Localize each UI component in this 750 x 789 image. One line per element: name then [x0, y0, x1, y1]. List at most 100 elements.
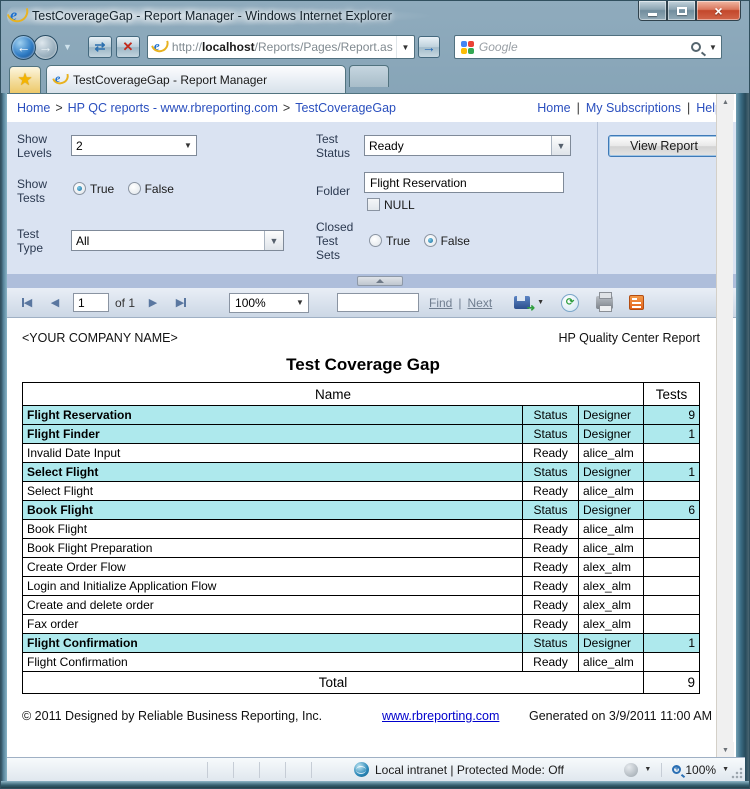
page-icon: e	[154, 39, 168, 54]
row-designer: alice_alm	[577, 538, 645, 558]
favorites-star-icon[interactable]: ★	[9, 66, 41, 93]
chevron-down-icon: ▼	[296, 298, 304, 307]
refresh-icon: ⟳	[561, 293, 580, 312]
search-box[interactable]: Google ▼	[453, 35, 722, 59]
breadcrumb-home[interactable]: Home	[17, 101, 50, 115]
intranet-zone-icon	[354, 762, 369, 777]
forward-button[interactable]: →	[33, 34, 58, 60]
resize-grip[interactable]	[731, 767, 743, 779]
null-checkbox[interactable]	[367, 198, 380, 211]
chevron-down-icon[interactable]: ▼	[264, 231, 283, 250]
breadcrumb-report[interactable]: TestCoverageGap	[295, 101, 396, 115]
search-placeholder[interactable]: Google	[479, 40, 691, 54]
page-content: Home > HP QC reports - www.rbreporting.c…	[7, 93, 736, 759]
row-name: Flight Finder	[22, 424, 523, 444]
test-status-value: Ready	[369, 138, 404, 153]
protected-mode-icon[interactable]	[624, 762, 639, 777]
row-tests: 1	[643, 424, 701, 444]
back-button[interactable]: ←	[11, 34, 36, 60]
copyright-text: © 2011 Designed by Reliable Business Rep…	[22, 709, 323, 723]
report-parameters-panel: Show Levels 2 ▼ Test Status Ready ▼ View…	[7, 122, 736, 274]
address-url[interactable]: http://localhost/Reports/Pages/Report.as	[172, 40, 396, 54]
panel-divider	[597, 122, 598, 274]
radio-true[interactable]	[369, 234, 382, 247]
folder-input[interactable]: Flight Reservation	[364, 172, 564, 193]
tab-active[interactable]: e TestCoverageGap - Report Manager	[46, 65, 346, 93]
export-button[interactable]: ▼	[514, 292, 544, 314]
footer-link[interactable]: www.rbreporting.com	[382, 709, 499, 723]
row-name: Select Flight	[22, 481, 523, 501]
test-type-select[interactable]: All ▼	[71, 230, 284, 251]
link-separator: |	[687, 101, 691, 115]
link-separator: |	[576, 101, 580, 115]
next-link[interactable]: Next	[467, 296, 492, 310]
radio-false[interactable]	[127, 182, 141, 195]
table-row: Select Flight Ready alice_alm	[22, 481, 701, 501]
table-row: Book Flight Preparation Ready alice_alm	[22, 538, 701, 558]
vertical-scrollbar[interactable]: ▲ ▼	[716, 94, 734, 758]
find-input[interactable]	[337, 293, 420, 312]
page-number-input[interactable]: 1	[73, 293, 109, 312]
report-viewer-toolbar: ◀ ◀ 1 of 1 ▶ ▶ 100% ▼ Find | Next ▼ ⟳	[7, 288, 736, 318]
data-feed-button[interactable]	[626, 292, 646, 314]
test-status-select[interactable]: Ready ▼	[364, 135, 571, 156]
breadcrumb-separator: >	[55, 101, 63, 115]
show-levels-select[interactable]: 2 ▼	[71, 135, 197, 156]
refresh-report-button[interactable]: ⟳	[560, 292, 580, 314]
radio-false-selected[interactable]	[423, 234, 437, 247]
last-page-button[interactable]: ▶	[171, 292, 191, 314]
report-type-label: HP Quality Center Report	[558, 331, 701, 345]
row-tests	[643, 595, 701, 615]
first-page-button[interactable]: ◀	[17, 292, 37, 314]
breadcrumb-bar: Home > HP QC reports - www.rbreporting.c…	[7, 94, 736, 122]
show-tests-radios: True False	[73, 182, 184, 196]
radio-false-label: False	[440, 234, 470, 248]
row-status: Ready	[522, 481, 579, 501]
link-my-subscriptions[interactable]: My Subscriptions	[586, 101, 681, 115]
address-bar[interactable]: e http://localhost/Reports/Pages/Report.…	[146, 35, 415, 59]
ie-logo-icon: e	[10, 7, 27, 25]
table-row: Flight Confirmation Ready alice_alm	[22, 652, 701, 672]
scroll-up-icon[interactable]: ▲	[717, 94, 734, 110]
row-tests: 9	[643, 405, 701, 425]
close-button[interactable]: ×	[696, 1, 741, 21]
row-status: Ready	[522, 576, 579, 596]
total-tests-value: 9	[643, 671, 701, 694]
column-header-name: Name	[21, 382, 645, 406]
chevron-down-icon[interactable]: ▼	[644, 766, 651, 773]
table-row: Flight Finder Status Designer 1	[22, 424, 701, 444]
new-tab-button[interactable]	[349, 65, 389, 87]
chevron-down-icon[interactable]: ▼	[551, 136, 570, 155]
address-dropdown-icon[interactable]: ▼	[395, 36, 414, 58]
go-button[interactable]: →	[417, 36, 440, 58]
recent-pages-icon[interactable]: ▼	[63, 42, 72, 52]
maximize-button[interactable]	[667, 1, 696, 21]
find-link[interactable]: Find	[429, 296, 452, 310]
search-icon[interactable]	[690, 42, 701, 52]
page-zoom-control[interactable]: 100% ▼	[661, 762, 739, 777]
stop-button[interactable]: ✕	[115, 36, 140, 58]
top-links: Home | My Subscriptions | Help	[537, 101, 722, 115]
search-dropdown-icon[interactable]: ▼	[705, 43, 721, 52]
row-status: Status	[522, 633, 579, 653]
row-designer: alex_alm	[577, 614, 645, 634]
previous-page-button[interactable]: ◀	[45, 292, 65, 314]
breadcrumb-folder[interactable]: HP QC reports - www.rbreporting.com	[68, 101, 278, 115]
table-row: Flight Confirmation Status Designer 1	[22, 633, 701, 653]
page-count-label: of 1	[115, 295, 136, 310]
print-button[interactable]	[594, 292, 614, 314]
row-status: Ready	[522, 652, 579, 672]
minimize-button[interactable]	[638, 1, 667, 21]
row-status: Ready	[522, 614, 579, 634]
collapse-parameters-button[interactable]	[357, 276, 403, 286]
zoom-select[interactable]: 100% ▼	[229, 292, 310, 313]
next-page-button[interactable]: ▶	[143, 292, 163, 314]
scroll-down-icon[interactable]: ▼	[717, 742, 734, 758]
table-header-row: Name Tests	[21, 382, 701, 406]
link-home[interactable]: Home	[537, 101, 570, 115]
status-separator	[259, 761, 260, 778]
view-report-button[interactable]: View Report	[608, 135, 720, 157]
radio-true-selected[interactable]	[73, 182, 86, 195]
row-designer: Designer	[577, 633, 645, 653]
refresh-button[interactable]: ⇄	[87, 36, 112, 58]
